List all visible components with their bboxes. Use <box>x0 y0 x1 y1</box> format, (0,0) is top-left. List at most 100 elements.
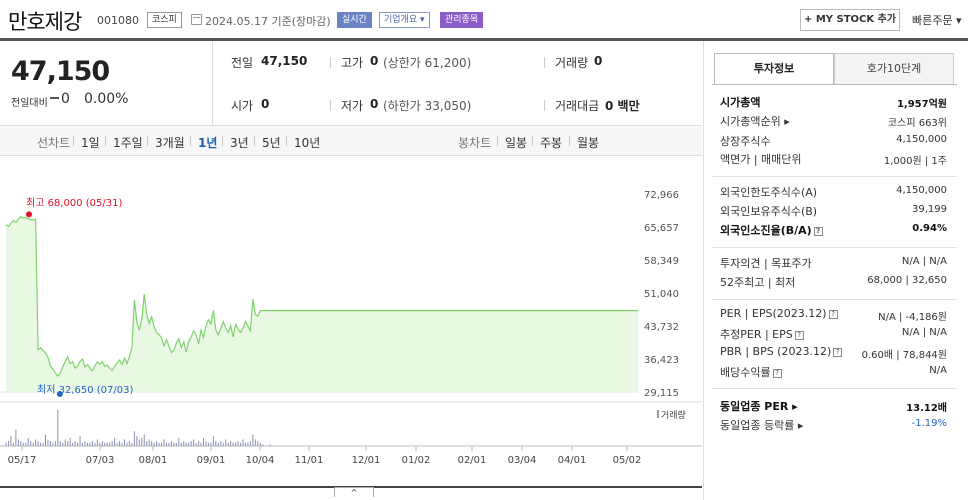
volume-bar <box>138 439 140 446</box>
volume-bar <box>190 441 192 446</box>
volume-bar <box>45 434 46 446</box>
invest-row-label: 배당수익률? <box>720 364 782 380</box>
low-point-label: 최저 32,650 (07/03) <box>37 384 133 396</box>
y-tick-label: 65,657 <box>644 223 679 234</box>
period-3y[interactable]: 3년 <box>230 134 249 151</box>
managed-stock-badge: 관리종목 <box>440 12 484 28</box>
volume-bar <box>84 441 86 446</box>
invest-row-value: 1,957억원 <box>896 99 947 110</box>
volume-bar <box>163 439 165 446</box>
volume-bar <box>141 437 143 446</box>
price-area-fill <box>6 216 638 392</box>
invest-row-value: 코스피 663위 <box>887 118 947 129</box>
open-label: 시가 <box>231 99 254 113</box>
realtime-button[interactable]: 실시간 <box>337 12 372 28</box>
toolbar-divider <box>532 136 533 146</box>
volume-bar <box>47 439 49 446</box>
period-10y[interactable]: 10년 <box>294 134 320 151</box>
tab-underline <box>712 84 957 85</box>
tab-invest-info[interactable]: 투자정보 <box>714 53 834 85</box>
y-tick-label: 58,349 <box>644 256 679 267</box>
low-value: 0 <box>370 97 379 111</box>
volume-value: 0 <box>594 54 603 68</box>
invest-row-label[interactable]: 시가총액순위 ▸ <box>720 113 790 129</box>
collapse-chart-button[interactable]: ^ <box>334 487 374 497</box>
volume-bar <box>198 441 200 446</box>
volume-bar <box>25 442 27 446</box>
toolbar-divider <box>222 136 223 146</box>
help-icon[interactable]: ? <box>813 226 823 236</box>
volume-bar <box>173 442 175 446</box>
period-5y[interactable]: 5년 <box>262 134 281 151</box>
invest-row-label: 외국인소진율(B/A)? <box>720 222 823 238</box>
volume-bar <box>77 442 79 446</box>
my-stock-add-button[interactable]: + MY STOCK 추가 <box>800 9 900 31</box>
y-tick-label: 43,732 <box>644 322 679 333</box>
x-tick-label: 01/02 <box>402 455 431 466</box>
candle-monthly[interactable]: 월봉 <box>577 134 599 151</box>
invest-row-value: -1.19% <box>911 418 947 429</box>
tab-order-book[interactable]: 호가10단계 <box>834 53 954 85</box>
y-tick-label: 29,115 <box>644 388 679 399</box>
invest-row-value: 13.12배 <box>906 403 947 414</box>
volume-bar <box>170 441 172 446</box>
volume-bar <box>188 442 190 446</box>
volume-bar <box>200 442 202 446</box>
candle-weekly[interactable]: 주봉 <box>540 134 562 151</box>
invest-row-label: 외국인한도주식수(A) <box>720 186 818 199</box>
current-price: 47,150 <box>11 56 110 87</box>
price-divider <box>212 41 213 125</box>
volume-bar <box>82 442 84 446</box>
help-icon[interactable]: ? <box>828 309 838 319</box>
invest-row-label[interactable]: 동일업종 PER ▸ <box>720 398 798 414</box>
volume-bar <box>124 439 125 446</box>
volume-bar <box>215 441 217 446</box>
toolbar-divider <box>190 136 191 146</box>
help-icon[interactable]: ? <box>794 330 804 340</box>
fast-order-button[interactable]: 빠른주문 ▾ <box>912 12 962 28</box>
help-icon[interactable]: ? <box>833 347 843 357</box>
volume-bar <box>247 442 249 446</box>
upper-limit: (상한가 61,200) <box>383 56 472 70</box>
invest-row-label: 시가총액 <box>720 96 761 109</box>
volume-bar <box>161 442 163 446</box>
invest-row-label[interactable]: 동일업종 등락률 ▸ <box>720 417 803 433</box>
period-3m[interactable]: 3개월 <box>155 134 185 151</box>
volume-bar <box>114 437 116 446</box>
x-tick-label: 05/17 <box>8 455 37 466</box>
help-icon[interactable]: ? <box>772 368 782 378</box>
candle-daily[interactable]: 일봉 <box>505 134 527 151</box>
period-1y[interactable]: 1년 <box>198 134 217 151</box>
volume-bar <box>143 434 145 446</box>
volume-bar <box>210 442 212 446</box>
period-1d[interactable]: 1일 <box>81 134 100 151</box>
change-label: 전일대비 <box>11 98 48 109</box>
invest-row-value: 0.60배 | 78,844원 <box>861 350 947 361</box>
y-tick-label: 51,040 <box>644 289 679 300</box>
invest-row-value: 4,150,000 <box>896 185 947 196</box>
volume-bar <box>168 442 170 446</box>
volume-bar <box>195 442 197 446</box>
period-1w[interactable]: 1주일 <box>113 134 143 151</box>
x-tick-label: 10/04 <box>246 455 275 466</box>
cell-divider <box>330 100 331 111</box>
x-tick-label: 08/01 <box>139 455 168 466</box>
company-overview-dropdown[interactable]: 기업개요 ▾ <box>379 12 430 28</box>
volume-bar <box>131 442 133 446</box>
volume-bar <box>20 441 22 446</box>
toolbar-divider <box>147 136 148 146</box>
volume-bar <box>106 442 108 446</box>
volume-bar <box>262 444 264 446</box>
x-tick-label: 02/01 <box>458 455 487 466</box>
volume-bar <box>242 439 244 446</box>
toolbar-divider <box>286 136 287 146</box>
volume-bar <box>91 441 93 446</box>
volume-bar <box>54 441 56 446</box>
volume-bar <box>203 437 204 446</box>
volume-legend-icon <box>657 410 659 418</box>
volume-bar <box>17 439 19 446</box>
price-chart[interactable]: 72,966 65,657 58,349 51,040 43,732 36,423 29,1… <box>0 157 702 487</box>
volume-label: 거래량 <box>555 56 589 70</box>
volume-bar <box>52 442 54 446</box>
volume-bar <box>35 439 37 446</box>
